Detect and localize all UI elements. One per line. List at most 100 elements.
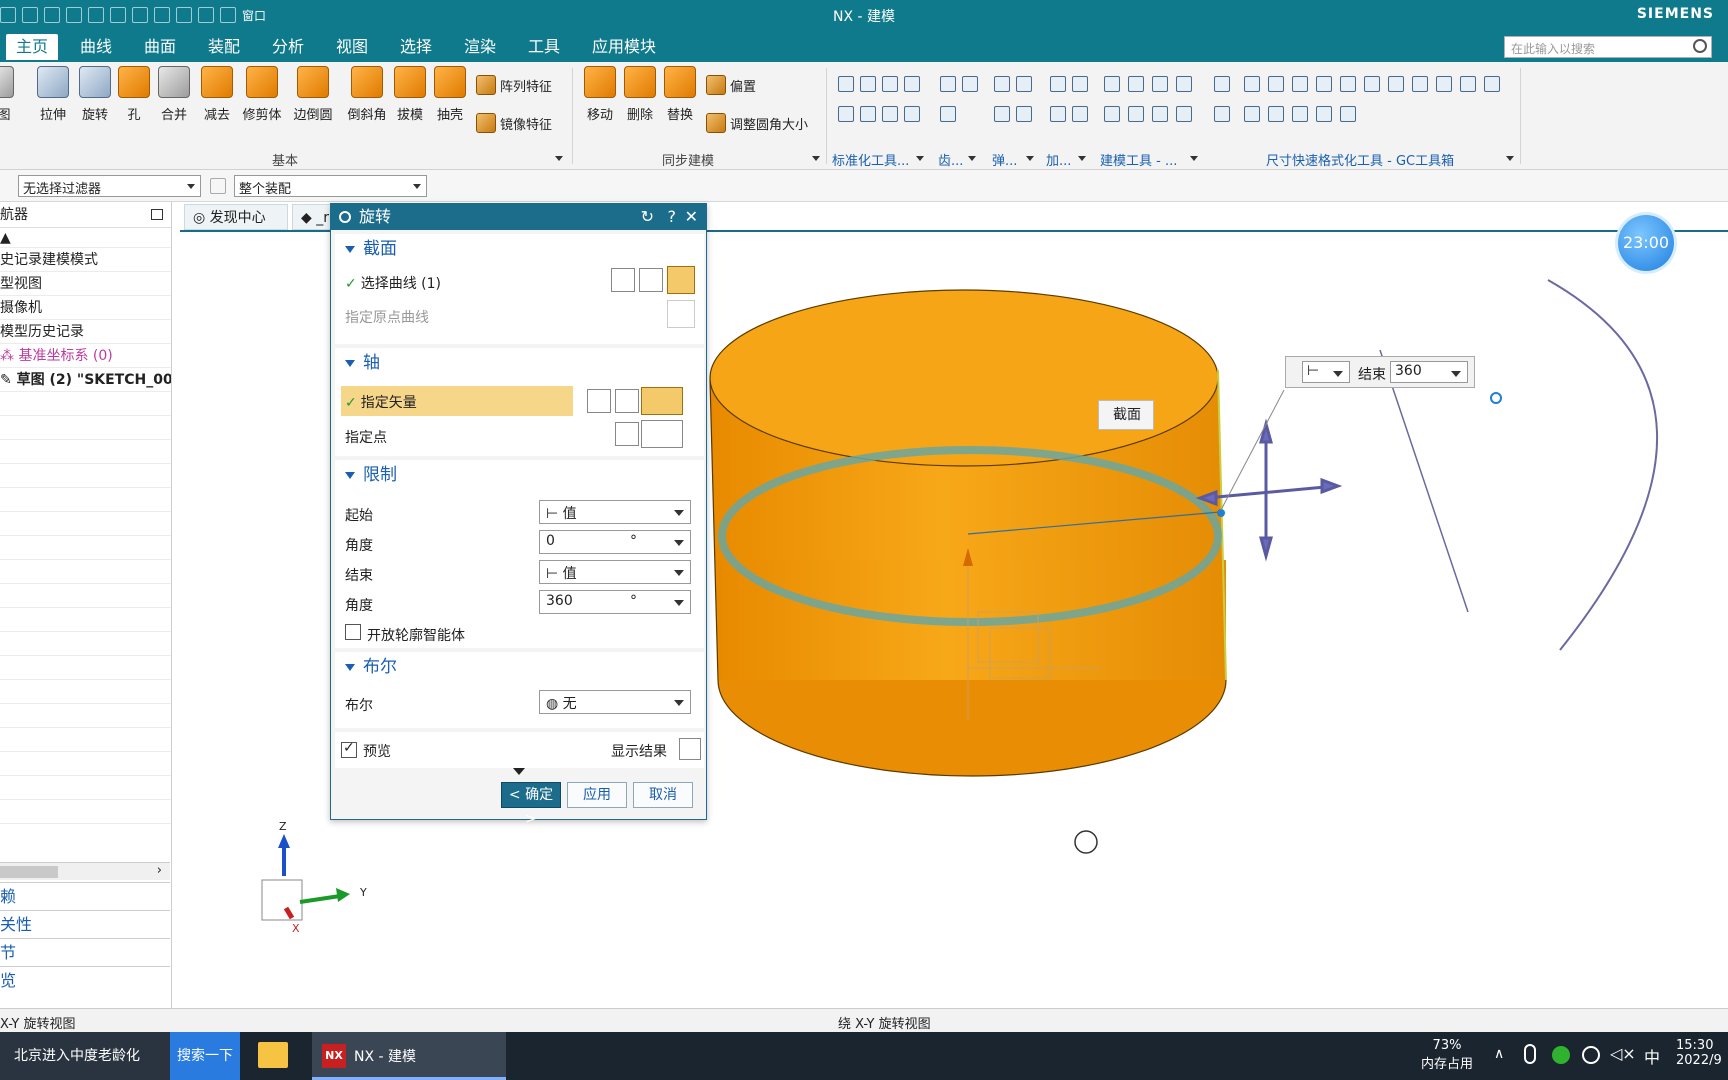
tab-render[interactable]: 渲染 (454, 34, 506, 60)
start-angle-input[interactable]: 0 ° (539, 530, 691, 554)
sketch-section-icon[interactable] (667, 266, 695, 294)
dimension-tool-icon[interactable] (1292, 76, 1308, 92)
navigator-horizontal-scrollbar[interactable]: › (0, 862, 170, 880)
end-limit-select[interactable]: ⊢ 值 (539, 560, 691, 584)
gear-tool-icon[interactable] (962, 76, 978, 92)
show-result-icon[interactable] (679, 738, 701, 760)
tab-application[interactable]: 应用模块 (582, 34, 666, 60)
dimension-tool-icon[interactable] (1214, 76, 1230, 92)
deselect-icon[interactable] (611, 268, 635, 292)
modeling-tool-icon[interactable] (1152, 106, 1168, 122)
boolean-group-header[interactable]: 布尔 (335, 652, 704, 682)
add-tool-icon[interactable] (1072, 76, 1088, 92)
nav-item-model-history[interactable]: 模型历史记录 (0, 320, 171, 344)
dimension-tool-icon[interactable] (1244, 76, 1260, 92)
revolve-button[interactable]: 旋转 (73, 66, 117, 123)
dimension-tool-icon[interactable] (1268, 76, 1284, 92)
end-angle-input[interactable]: 360 ° (539, 590, 691, 614)
reverse-direction-icon[interactable] (587, 389, 611, 413)
dimension-tool-icon[interactable] (1292, 106, 1308, 122)
scrollbar-thumb[interactable] (0, 866, 58, 878)
dimension-tool-icon[interactable] (1436, 76, 1452, 92)
volume-muted-icon[interactable]: ◁× (1610, 1044, 1636, 1063)
cancel-button[interactable]: 取消 (633, 782, 693, 808)
modeling-tool-icon[interactable] (1176, 76, 1192, 92)
chamfer-button[interactable]: 倒斜角 (342, 66, 392, 123)
section-curve[interactable] (718, 446, 1222, 626)
panel-details[interactable]: 节 (0, 938, 170, 966)
extrude-button[interactable]: 拉伸 (31, 66, 75, 123)
gear-tool-icon[interactable] (940, 106, 956, 122)
spring-tool-icon[interactable] (994, 76, 1010, 92)
edge-blend-button[interactable]: 边倒圆 (288, 66, 338, 123)
nav-item-sketch[interactable]: ✎ 草图 (2) "SKETCH_00 (0, 368, 171, 392)
modeling-tool-icon[interactable] (1128, 76, 1144, 92)
chevron-down-icon[interactable] (1506, 156, 1514, 161)
modeling-tool-icon[interactable] (1176, 106, 1192, 122)
dimension-tool-icon[interactable] (1244, 106, 1260, 122)
type-filter-select[interactable]: 无选择过滤器 (18, 175, 201, 197)
tab-discovery-center[interactable]: ◎ 发现中心 (184, 204, 288, 230)
revolved-body-preview[interactable] (709, 289, 1227, 777)
end-limit-type-select[interactable]: ⊢ (1302, 361, 1350, 383)
close-icon[interactable]: ✕ (685, 204, 698, 230)
curve-rule-icon[interactable] (639, 268, 663, 292)
ime-indicator[interactable]: 中 (1644, 1044, 1660, 1068)
preview-checkbox[interactable] (341, 740, 357, 758)
dimension-tool-icon[interactable] (1364, 76, 1380, 92)
microphone-icon[interactable] (1524, 1044, 1536, 1064)
delete-face-button[interactable]: 删除 (618, 66, 662, 123)
security-icon[interactable] (1552, 1046, 1570, 1064)
end-value-input[interactable]: 360 (1390, 361, 1468, 383)
search-icon[interactable] (1693, 39, 1707, 53)
group-spring-label[interactable]: 弹... (992, 150, 1017, 169)
axis-group-header[interactable]: 轴 (335, 348, 704, 378)
chevron-down-icon[interactable] (968, 156, 976, 161)
pattern-feature-button[interactable]: 阵列特征 (476, 74, 552, 96)
dimension-tool-icon[interactable] (1214, 106, 1230, 122)
dimension-tool-icon[interactable] (1268, 106, 1284, 122)
dialog-title-bar[interactable]: 旋转 ↻ ? ✕ (331, 204, 706, 230)
panel-relations[interactable]: 关性 (0, 910, 170, 938)
group-standard-tools-label[interactable]: 标准化工具... (832, 150, 909, 169)
taskbar-app-nx[interactable]: NX NX - 建模 (312, 1032, 506, 1080)
modeling-tool-icon[interactable] (1104, 76, 1120, 92)
chevron-down-icon[interactable] (1026, 156, 1034, 161)
tab-analysis[interactable]: 分析 (262, 34, 314, 60)
move-face-button[interactable]: 移动 (578, 66, 622, 123)
vector-dialog-icon[interactable] (615, 389, 639, 413)
standard-tool-icon[interactable] (860, 106, 876, 122)
dimension-tool-icon[interactable] (1460, 76, 1476, 92)
command-search-input[interactable]: 在此输入以搜索 (1504, 36, 1712, 58)
shell-button[interactable]: 抽壳 (428, 66, 472, 123)
more-options-icon[interactable] (513, 768, 525, 775)
inferred-point-icon[interactable] (641, 420, 683, 448)
offset-face-button[interactable]: 偏置 (706, 74, 756, 96)
reset-icon[interactable]: ↻ (641, 204, 654, 230)
draft-button[interactable]: 拔模 (388, 66, 432, 123)
panel-dependencies[interactable]: 赖 (0, 882, 170, 910)
nav-item-datum-csys[interactable]: ⁂ 基准坐标系 (0) (0, 344, 171, 368)
network-icon[interactable] (1582, 1046, 1600, 1064)
taskbar-search-button[interactable]: 搜索一下 (170, 1032, 240, 1080)
point-dialog-icon[interactable] (615, 422, 639, 446)
modeling-tool-icon[interactable] (1104, 106, 1120, 122)
dimension-tool-icon[interactable] (1484, 76, 1500, 92)
panel-preview[interactable]: 览 (0, 966, 170, 994)
tab-surface[interactable]: 曲面 (134, 34, 186, 60)
chevron-down-icon[interactable] (1078, 156, 1086, 161)
dimension-tool-icon[interactable] (1388, 76, 1404, 92)
spring-tool-icon[interactable] (994, 106, 1010, 122)
inferred-vector-icon[interactable] (641, 387, 683, 415)
drag-handle[interactable] (1195, 418, 1343, 562)
boolean-select[interactable]: ◍ 无 (539, 690, 691, 714)
memory-usage[interactable]: 73% 内存占用 (1412, 1032, 1482, 1080)
chevron-down-icon[interactable] (555, 156, 563, 161)
limits-group-header[interactable]: 限制 (335, 460, 704, 490)
tab-assembly[interactable]: 装配 (198, 34, 250, 60)
dimension-tool-icon[interactable] (1316, 106, 1332, 122)
replace-face-button[interactable]: 替换 (658, 66, 702, 123)
standard-tool-icon[interactable] (860, 76, 876, 92)
chevron-right-icon[interactable]: › (157, 863, 162, 878)
selection-scope-select[interactable]: 整个装配 (234, 175, 427, 197)
